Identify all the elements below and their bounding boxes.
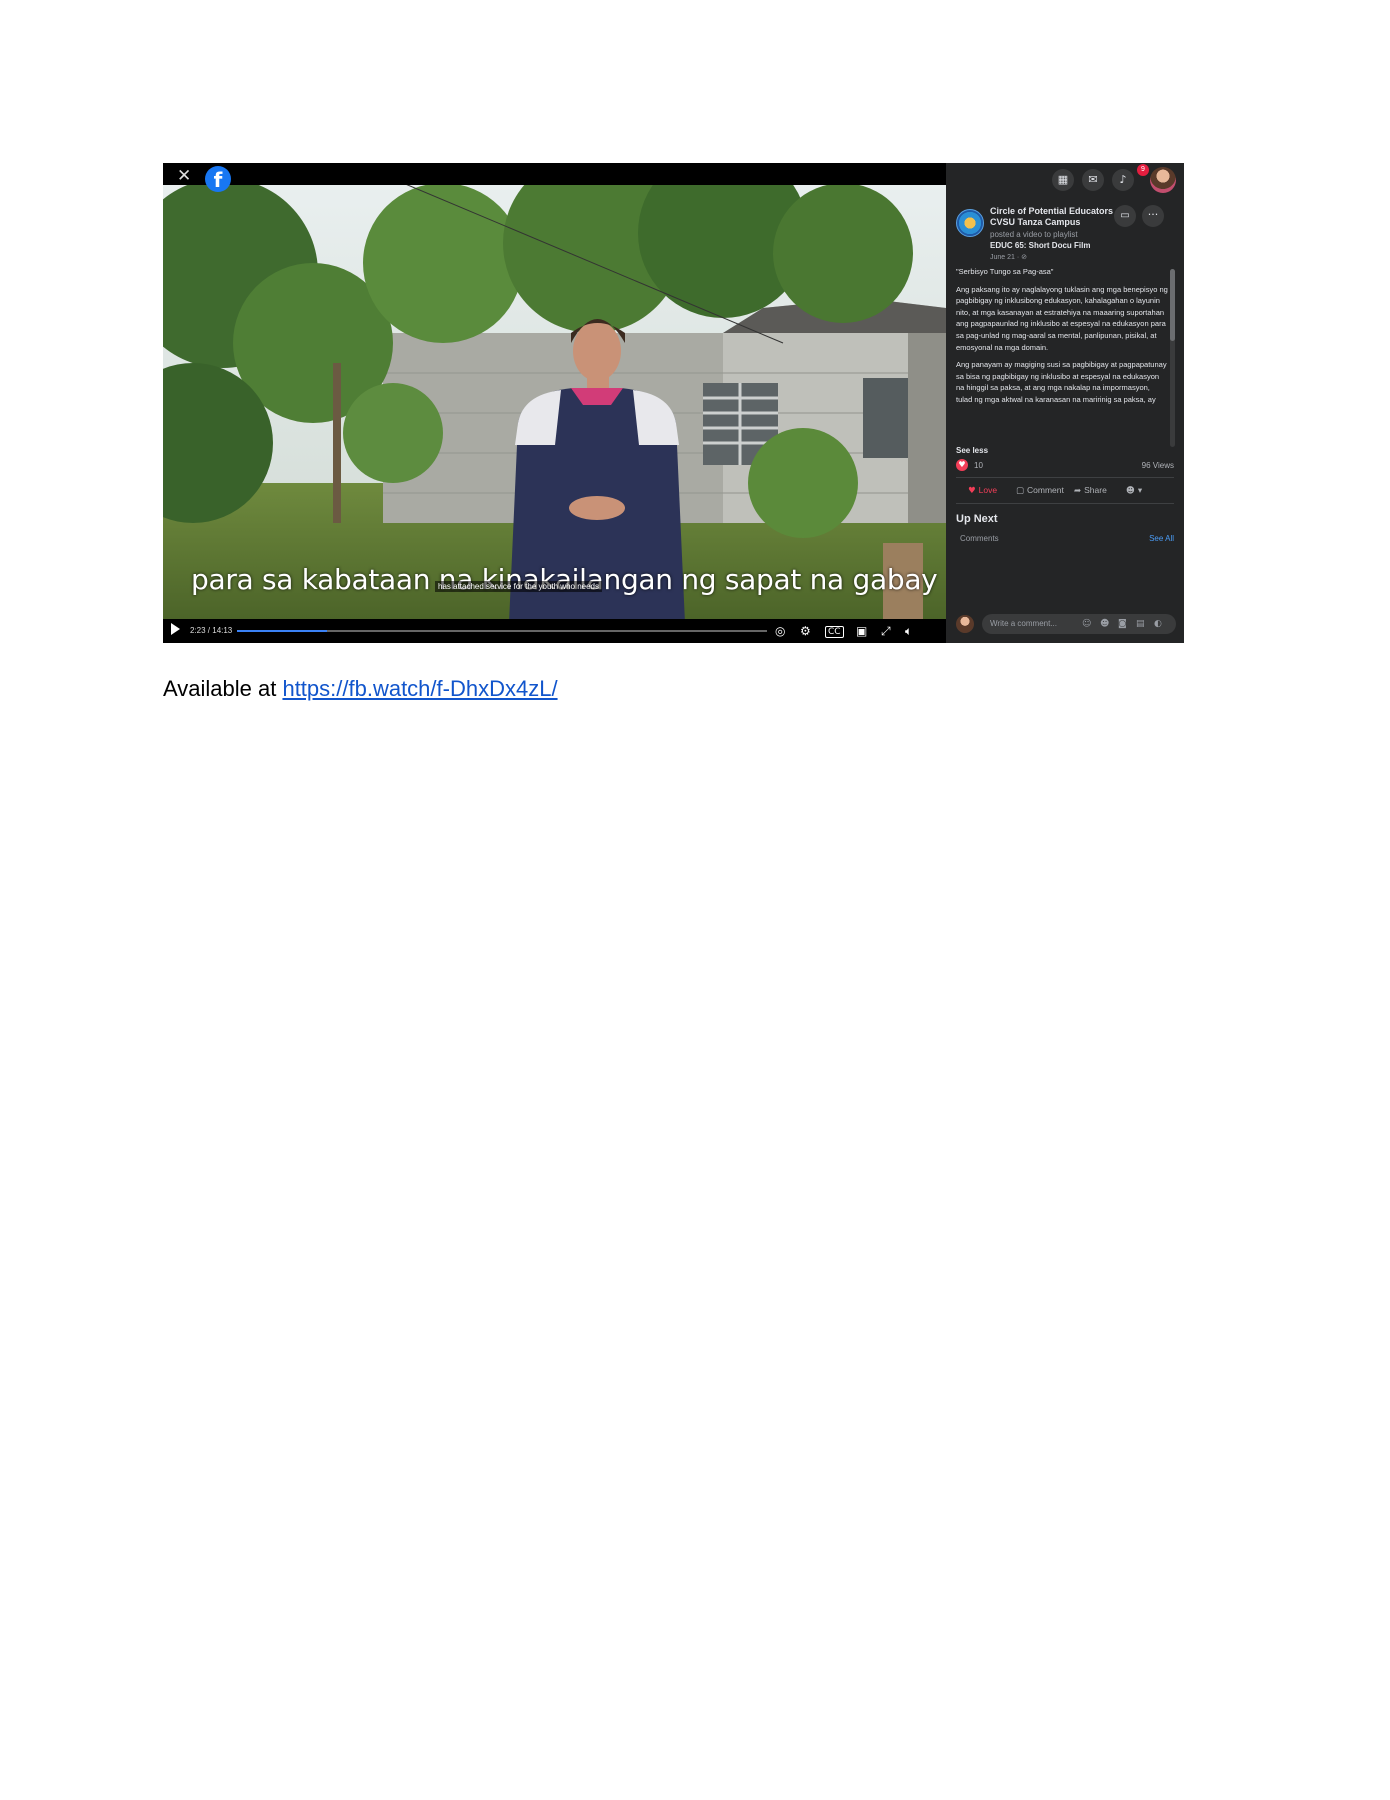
heart-icon: ♥ — [968, 486, 976, 496]
love-label: Love — [978, 485, 998, 495]
volume-icon[interactable]: 🔈︎ — [905, 624, 912, 638]
facebook-video-screenshot: ✕ f para sa kabataan na kinakailangan ng… — [163, 163, 1184, 643]
menu-grid-icon[interactable]: ▦ — [1052, 169, 1074, 191]
notification-badge: 9 — [1137, 164, 1149, 176]
progress-fill — [237, 630, 328, 632]
share-button[interactable]: ➦ Share — [1074, 485, 1107, 496]
description-paragraph: Ang panayam ay magiging susi sa pagbibig… — [956, 360, 1167, 404]
comment-button[interactable]: ▢ Comment — [1016, 485, 1064, 496]
love-reaction-icon: ♥ — [956, 459, 968, 471]
settings-gear-icon[interactable]: ⚙ — [800, 624, 811, 638]
video-controls: 2:23 / 14:13 ◎ ⚙ CC ▣ ⤢ 🔈︎ — [163, 619, 946, 643]
playlist-name[interactable]: EDUC 65: Short Docu Film — [990, 241, 1090, 250]
progress-track[interactable] — [237, 630, 767, 632]
divider — [956, 503, 1174, 504]
video-player[interactable]: ✕ f para sa kabataan na kinakailangan ng… — [163, 163, 946, 643]
video-link[interactable]: https://fb.watch/f-DhxDx4zL/ — [282, 676, 557, 701]
comment-label: Comment — [1027, 485, 1064, 495]
reaction-selector[interactable]: ☻ ▾ — [1126, 485, 1142, 496]
video-frame — [163, 183, 946, 623]
picture-in-picture-icon[interactable]: ▣ — [856, 624, 867, 638]
page-name[interactable]: Circle of Potential Educators -CVSU Tanz… — [990, 206, 1120, 228]
up-next-heading: Up Next — [956, 513, 998, 525]
avatar-sticker-icon[interactable]: ☺ — [1082, 619, 1091, 629]
post-side-panel: ▦ ✉ ♪ 9 Circle of Potential Educators -C… — [946, 163, 1184, 643]
description-title: "Serbisyo Tungo sa Pag-asa" — [956, 267, 1054, 276]
closed-captions-icon[interactable]: CC — [825, 626, 844, 638]
auto-translation-caption: has attached service for the youth who n… — [435, 581, 602, 592]
save-icon[interactable]: ▭ — [1114, 205, 1136, 227]
see-less-link[interactable]: See less — [956, 446, 988, 455]
description-scroll-thumb[interactable] — [1170, 269, 1175, 341]
video-time: 2:23 / 14:13 — [190, 626, 233, 635]
fullscreen-icon[interactable]: ⤢ — [881, 624, 891, 638]
sticker-icon[interactable]: ◐ — [1154, 619, 1162, 629]
video-top-bar — [163, 163, 946, 185]
facebook-logo-icon[interactable]: f — [205, 166, 231, 192]
messenger-icon[interactable]: ✉ — [1082, 169, 1104, 191]
page-avatar[interactable] — [956, 209, 984, 237]
divider — [956, 477, 1174, 478]
play-icon[interactable] — [171, 623, 180, 635]
posted-text: posted a video to playlist — [990, 230, 1078, 239]
share-icon: ➦ — [1074, 486, 1082, 496]
user-avatar — [956, 615, 974, 633]
camera-icon[interactable]: ◙ — [1118, 619, 1127, 629]
bubble-icon[interactable]: ◎ — [775, 624, 785, 638]
view-count: 96 Views — [1141, 461, 1174, 470]
emoji-icon: ☻ — [1126, 486, 1135, 496]
share-label: Share — [1084, 485, 1107, 495]
more-options-icon[interactable]: ··· — [1142, 205, 1164, 227]
close-icon[interactable]: ✕ — [177, 167, 191, 185]
caption-prefix: Available at — [163, 676, 283, 701]
comment-input[interactable]: Write a comment... ☺ ☻ ◙ ▤ ◐ — [982, 614, 1176, 634]
comments-tab[interactable]: Comments — [960, 534, 999, 543]
post-description: "Serbisyo Tungo sa Pag-asa" Ang paksang … — [956, 266, 1168, 449]
reaction-count[interactable]: 10 — [974, 461, 983, 470]
see-all-link[interactable]: See All — [1149, 534, 1174, 543]
notifications-bell-icon[interactable]: ♪ — [1112, 169, 1134, 191]
caption-line: Available at https://fb.watch/f-DhxDx4zL… — [163, 676, 558, 702]
comment-icon: ▢ — [1016, 486, 1025, 496]
emoji-icon[interactable]: ☻ — [1100, 619, 1109, 629]
account-avatar[interactable] — [1150, 167, 1176, 193]
comment-placeholder: Write a comment... — [990, 619, 1057, 628]
gif-icon[interactable]: ▤ — [1136, 619, 1145, 629]
post-date[interactable]: June 21 · ⊘ — [990, 253, 1027, 261]
description-paragraph: Ang paksang ito ay naglalayong tuklasin … — [956, 284, 1168, 352]
love-button[interactable]: ♥ Love — [968, 485, 997, 496]
